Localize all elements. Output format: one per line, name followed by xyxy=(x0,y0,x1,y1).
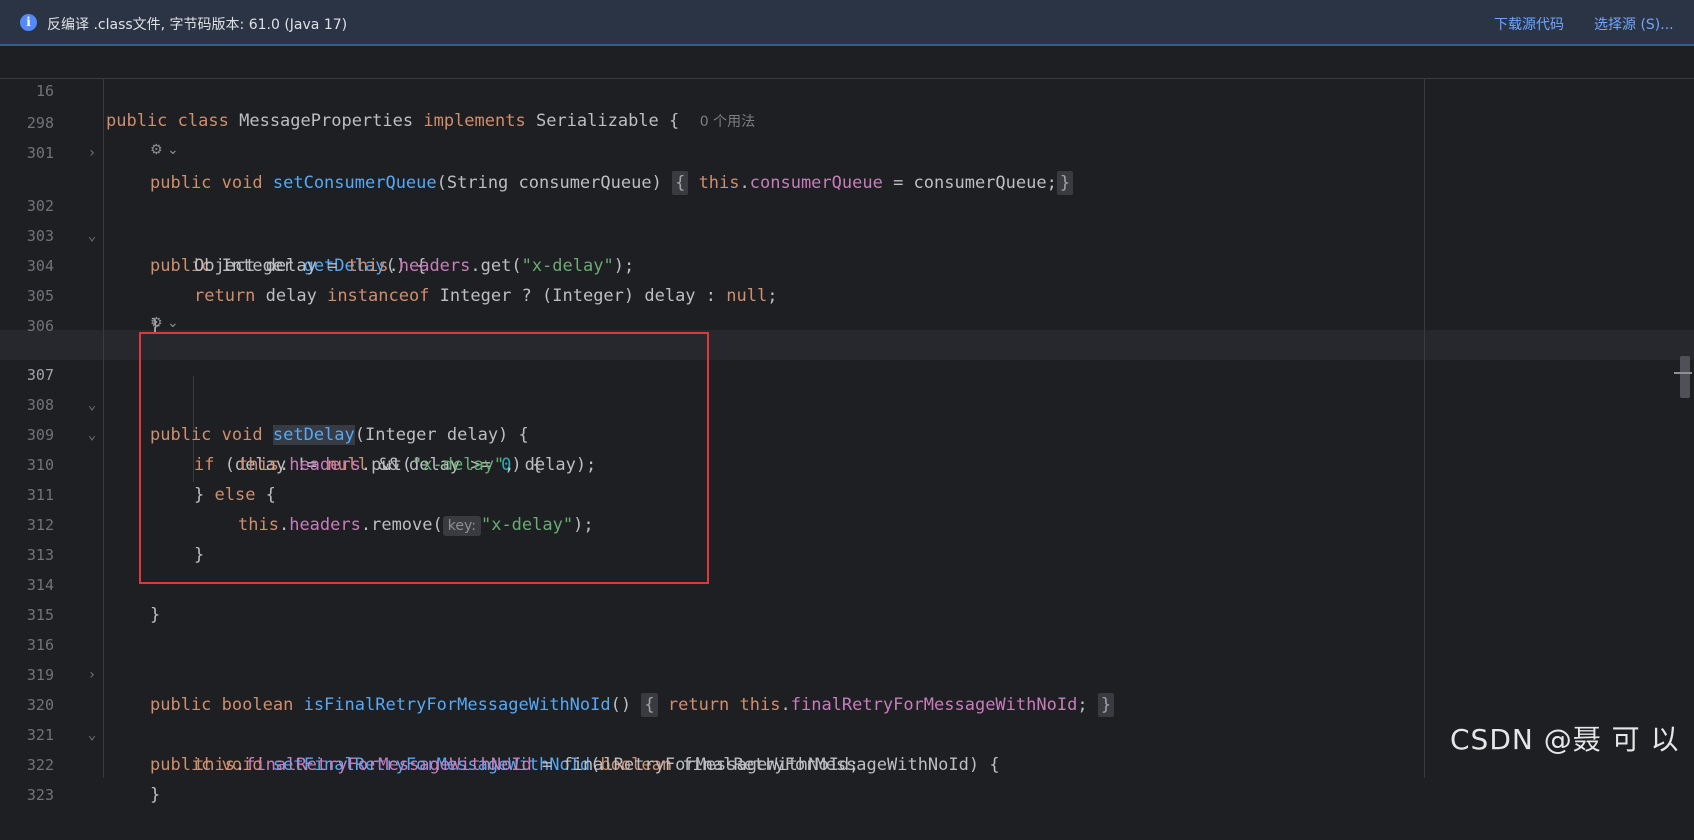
code-line[interactable]: 306 xyxy=(0,281,1694,335)
decompiler-banner: i 反编译 .class文件, 字节码版本: 61.0 (Java 17) 下载… xyxy=(0,0,1694,46)
highlight-annotation-box xyxy=(139,332,709,584)
code-line[interactable]: 305 } xyxy=(0,251,1694,336)
info-icon: i xyxy=(20,14,37,31)
code-line[interactable]: 302 ⌄ public Integer getDelay() { xyxy=(0,161,1694,276)
code-line[interactable]: 298 › public void setConsumerQueue(Strin… xyxy=(0,78,1694,195)
vertical-scrollbar-thumb[interactable] xyxy=(1680,356,1690,398)
code-line[interactable]: 320 ⌄ public void setFinalRetryForMessag… xyxy=(0,660,1694,775)
code-line[interactable]: 322 } xyxy=(0,720,1694,805)
code-editor[interactable]: 16 public class MessageProperties implem… xyxy=(0,46,1694,805)
download-sources-link[interactable]: 下载源代码 xyxy=(1494,14,1564,34)
bytecode-lens-icon[interactable]: ⚙ xyxy=(150,142,163,158)
sticky-class-header[interactable]: 16 public class MessageProperties implem… xyxy=(0,46,1694,131)
line-number[interactable]: 16 xyxy=(0,76,54,106)
watermark-text: CSDN @聂 可 以 xyxy=(1450,723,1680,756)
code-line[interactable]: 303 Object delay = this.headers.get("x-d… xyxy=(0,191,1694,276)
usage-hint[interactable]: 0 个用法 xyxy=(700,114,755,130)
code-text[interactable]: } xyxy=(150,780,160,810)
chevron-down-icon[interactable]: ⌄ xyxy=(163,142,179,158)
line-number[interactable]: 323 xyxy=(0,780,54,810)
code-line[interactable]: 319 xyxy=(0,630,1694,684)
choose-sources-link[interactable]: 选择源 (S)... xyxy=(1594,14,1674,34)
code-line[interactable]: 321 this.finalRetryForMessageWithNoId = … xyxy=(0,690,1694,775)
chevron-down-icon[interactable]: ⌄ xyxy=(163,315,179,331)
banner-message: 反编译 .class文件, 字节码版本: 61.0 (Java 17) xyxy=(47,17,348,33)
code-line[interactable]: 304 return delay instanceof Integer ? (I… xyxy=(0,221,1694,306)
code-text[interactable]: public class MessageProperties implement… xyxy=(106,106,755,137)
scrollbar-marker xyxy=(1674,372,1692,374)
code-line[interactable]: 323 xyxy=(0,750,1694,804)
code-line[interactable]: 316 › public boolean isFinalRetryForMess… xyxy=(0,600,1694,717)
bytecode-lens-icon[interactable]: ⚙ xyxy=(150,315,163,331)
